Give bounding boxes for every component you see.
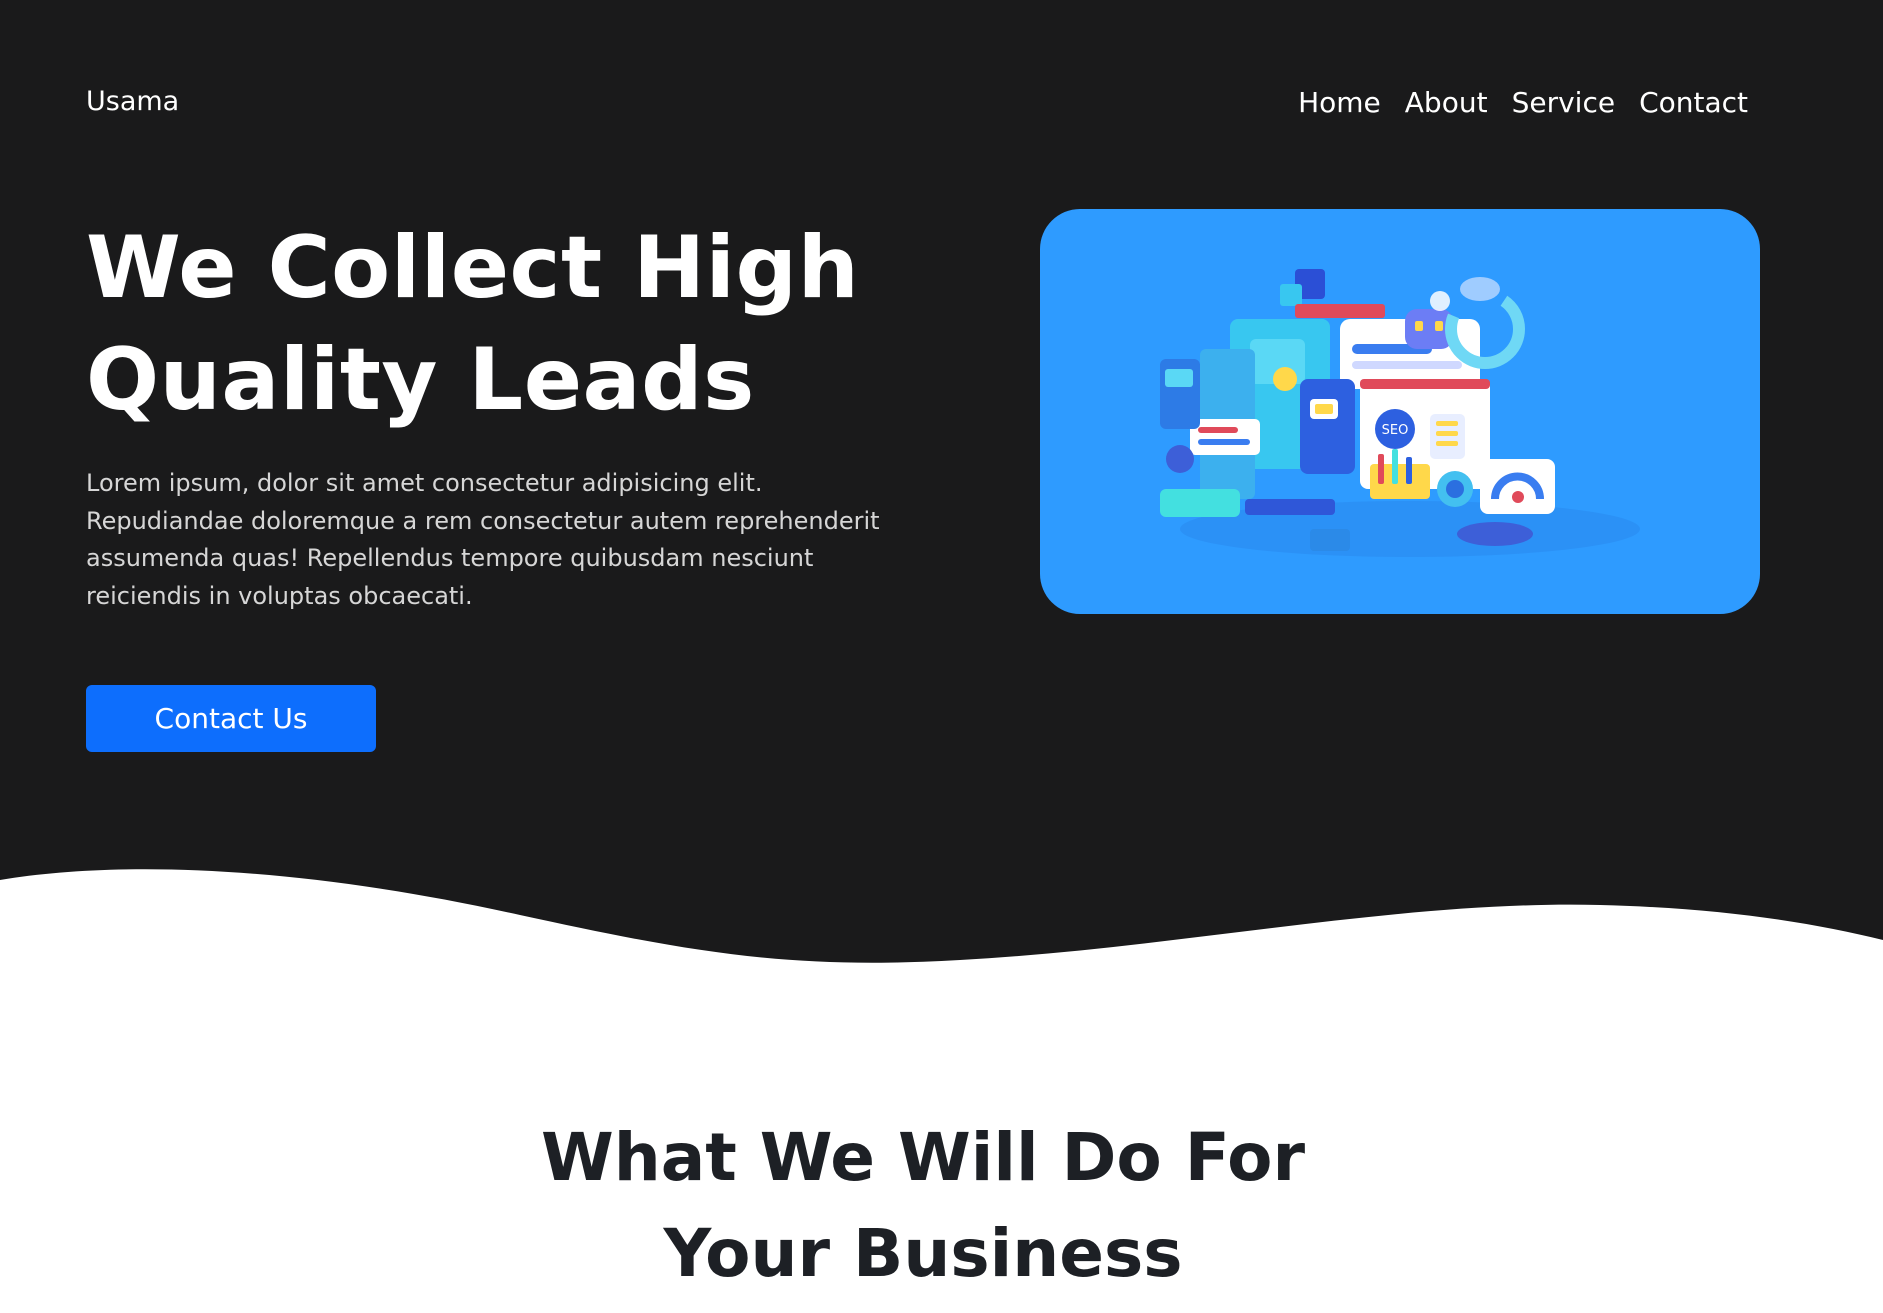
nav-link-home[interactable]: Home [1298,86,1381,119]
hero-description: Lorem ipsum, dolor sit amet consectetur … [86,469,880,610]
hero-title: We Collect High Quality Leads [86,212,906,436]
main-nav: Home About Service Contact [1298,86,1748,119]
nav-item-contact: Contact [1639,86,1748,119]
section-title: What We Will Do For Your Business [0,1110,1846,1302]
hero-illustration: SEO [1040,209,1760,614]
nav-link-service[interactable]: Service [1512,86,1615,119]
nav-item-about: About [1405,86,1488,119]
nav-item-home: Home [1298,86,1381,119]
section-title-line-1: What We Will Do For [540,1119,1306,1196]
site-logo[interactable]: Usama [86,86,179,117]
section-title-line-2: Your Business [663,1215,1183,1292]
nav-link-contact[interactable]: Contact [1639,86,1748,119]
contact-us-button[interactable]: Contact Us [86,685,376,752]
nav-link-about[interactable]: About [1405,86,1488,119]
hero-title-line-2: Quality Leads [86,330,755,430]
seo-badge-text: SEO [1382,423,1409,438]
hero-title-line-1: We Collect High [86,218,860,318]
nav-item-service: Service [1512,86,1615,119]
marketing-illustration: SEO [1160,269,1640,557]
wave-divider [0,869,1883,1010]
